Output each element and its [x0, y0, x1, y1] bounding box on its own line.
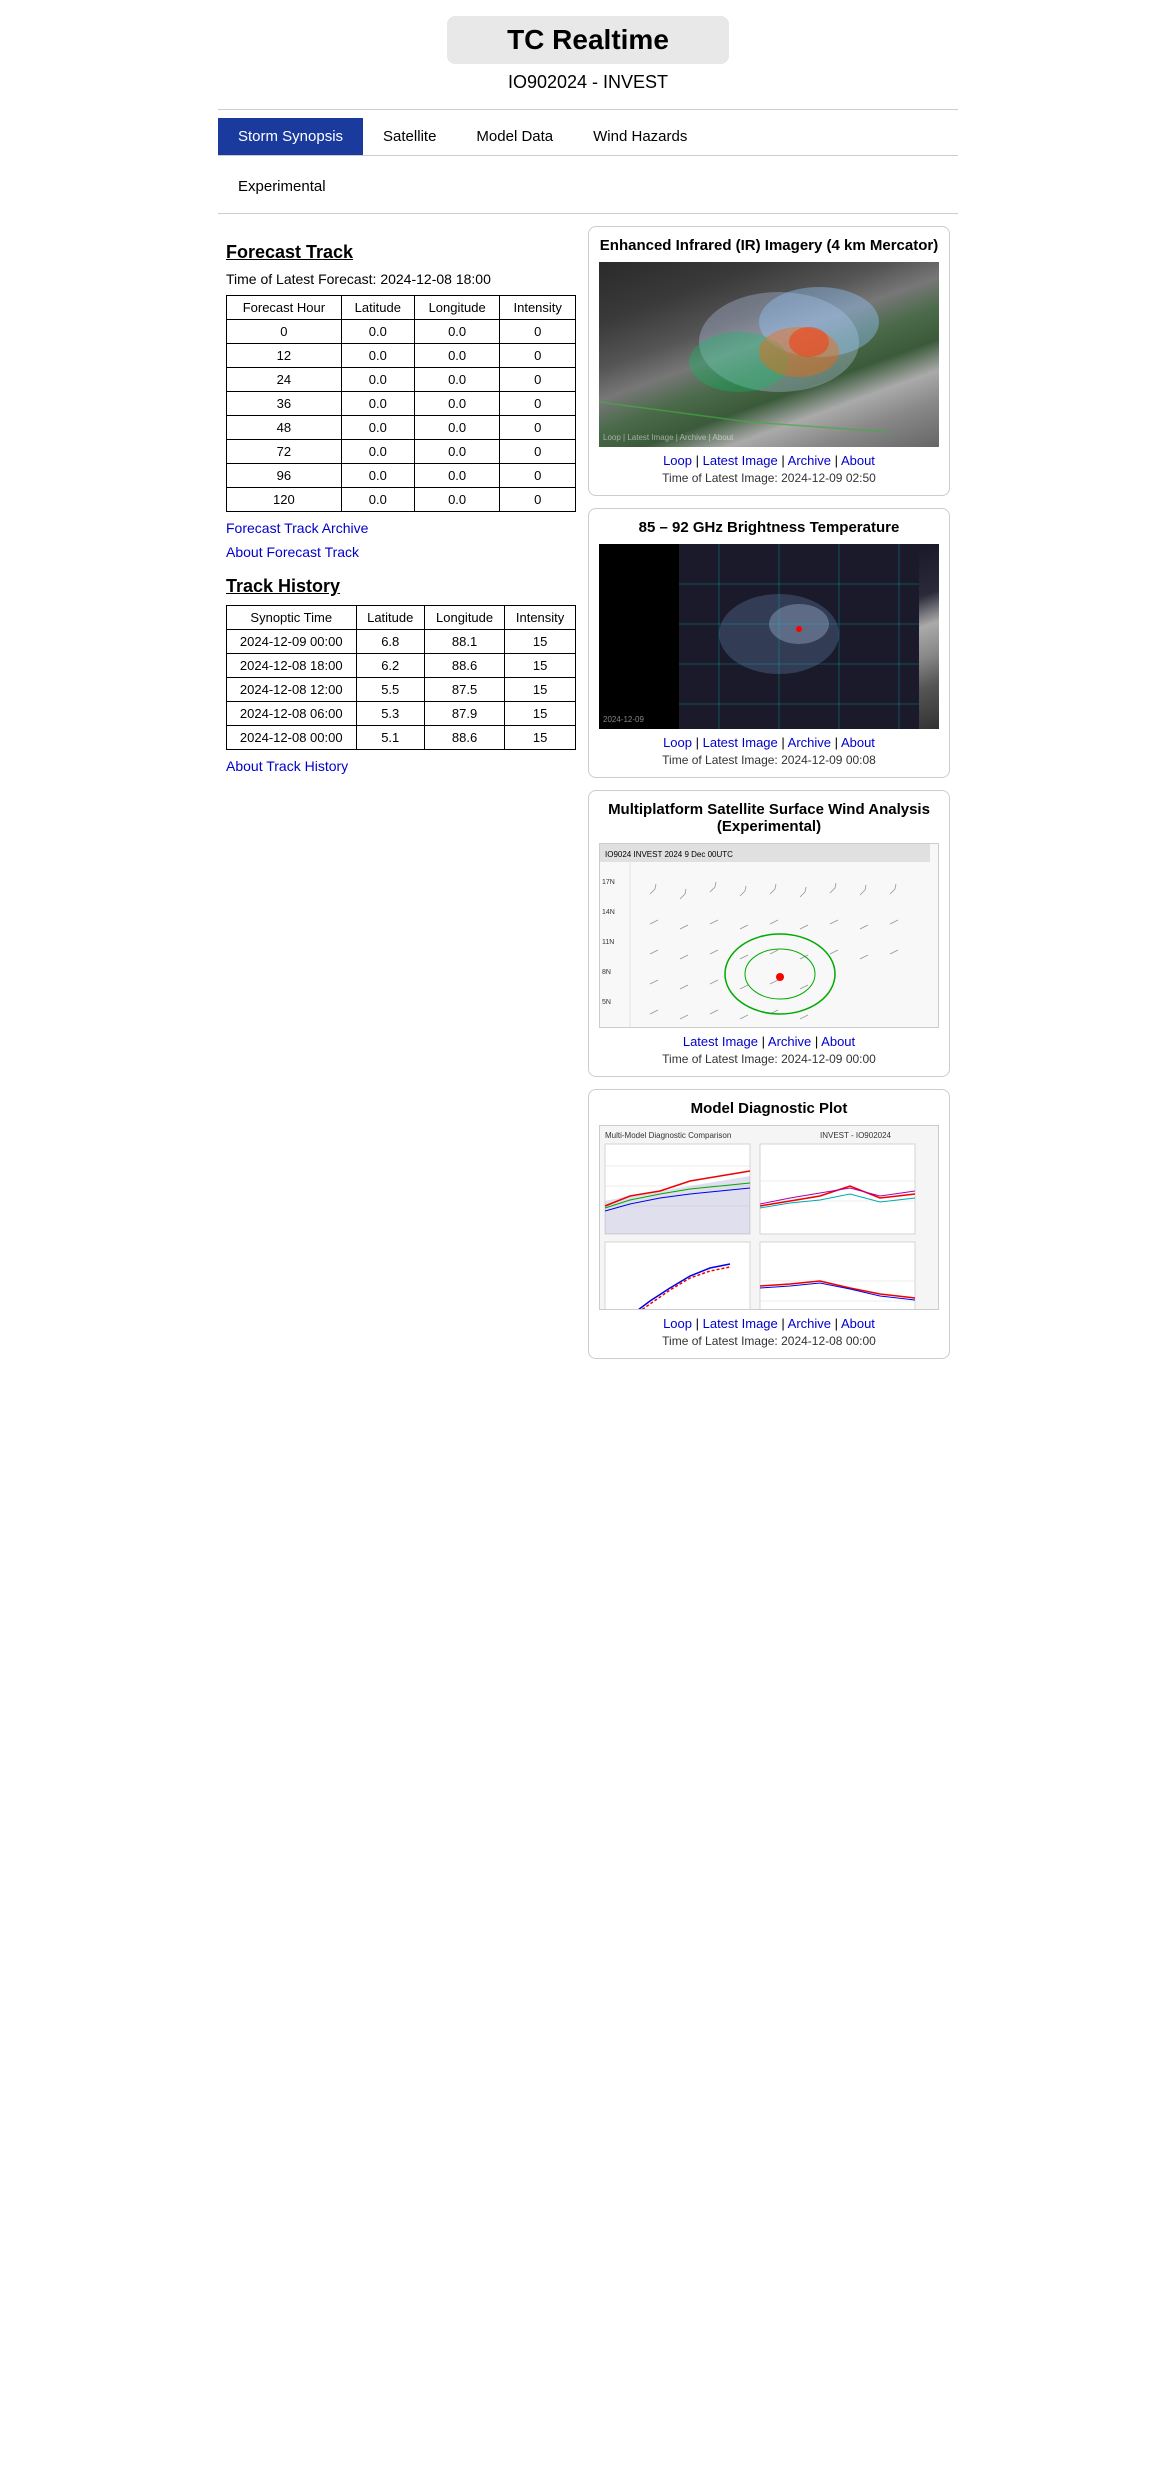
wind-archive-link[interactable]: Archive — [768, 1034, 811, 1049]
svg-text:8N: 8N — [602, 969, 611, 976]
model-latest-link[interactable]: Latest Image — [703, 1316, 778, 1331]
wind-links: Latest Image | Archive | About — [599, 1034, 939, 1049]
nav-model-data[interactable]: Model Data — [456, 118, 573, 155]
page-header: TC Realtime IO902024 - INVEST — [218, 0, 958, 101]
ir-links: Loop | Latest Image | Archive | About — [599, 453, 939, 468]
forecast-track-section: Forecast Track Time of Latest Forecast: … — [226, 242, 576, 560]
left-column: Forecast Track Time of Latest Forecast: … — [226, 226, 576, 1371]
table-row: 2024-12-09 00:006.888.115 — [227, 630, 576, 654]
table-row: 2024-12-08 12:005.587.515 — [227, 678, 576, 702]
ir-panel: Enhanced Infrared (IR) Imagery (4 km Mer… — [588, 226, 950, 496]
model-panel-title: Model Diagnostic Plot — [599, 1100, 939, 1117]
main-content: Forecast Track Time of Latest Forecast: … — [218, 226, 958, 1371]
wind-time: Time of Latest Image: 2024-12-09 00:00 — [599, 1052, 939, 1066]
mw-panel: 85 – 92 GHz Brightness Temperature — [588, 508, 950, 778]
nav-experimental[interactable]: Experimental — [218, 168, 958, 205]
ir-about-link[interactable]: About — [841, 453, 875, 468]
forecast-track-title: Forecast Track — [226, 242, 576, 263]
table-row: 2024-12-08 18:006.288.615 — [227, 654, 576, 678]
mw-time: Time of Latest Image: 2024-12-09 00:08 — [599, 753, 939, 767]
about-track-history-link[interactable]: About Track History — [226, 758, 576, 774]
table-row: 2024-12-08 00:005.188.615 — [227, 726, 576, 750]
track-history-title: Track History — [226, 576, 576, 597]
ir-panel-title: Enhanced Infrared (IR) Imagery (4 km Mer… — [599, 237, 939, 254]
col-header-lon2: Longitude — [424, 606, 504, 630]
model-panel: Model Diagnostic Plot Multi-Model Diagno… — [588, 1089, 950, 1359]
nav-storm-synopsis[interactable]: Storm Synopsis — [218, 118, 363, 155]
svg-text:17N: 17N — [602, 879, 615, 886]
ir-time: Time of Latest Image: 2024-12-09 02:50 — [599, 471, 939, 485]
mw-links: Loop | Latest Image | Archive | About — [599, 735, 939, 750]
col-header-lat: Latitude — [341, 296, 414, 320]
ir-latest-link[interactable]: Latest Image — [703, 453, 778, 468]
svg-text:2024-12-09: 2024-12-09 — [603, 715, 644, 724]
mw-latest-link[interactable]: Latest Image — [703, 735, 778, 750]
ir-loop-link[interactable]: Loop — [663, 453, 692, 468]
app-title: TC Realtime — [507, 24, 669, 56]
table-row: 240.00.00 — [227, 368, 576, 392]
storm-id: IO902024 - INVEST — [226, 72, 950, 93]
mw-panel-title: 85 – 92 GHz Brightness Temperature — [599, 519, 939, 536]
primary-nav: Storm Synopsis Satellite Model Data Wind… — [218, 118, 958, 156]
nav-satellite[interactable]: Satellite — [363, 118, 456, 155]
svg-text:IO9024 INVEST 2024 9 Dec: IO9024 INVEST 2024 9 Dec 00UTC — [605, 850, 733, 859]
track-history-section: Track History Synoptic Time Latitude Lon… — [226, 576, 576, 774]
ir-image: Loop | Latest Image | Archive | About — [599, 262, 939, 447]
mw-loop-link[interactable]: Loop — [663, 735, 692, 750]
svg-text:Loop | Latest Image | Archive: Loop | Latest Image | Archive | About — [603, 433, 734, 442]
wind-about-link[interactable]: About — [821, 1034, 855, 1049]
table-row: 720.00.00 — [227, 440, 576, 464]
model-time: Time of Latest Image: 2024-12-08 00:00 — [599, 1334, 939, 1348]
table-row: 360.00.00 — [227, 392, 576, 416]
title-box: TC Realtime — [447, 16, 729, 64]
forecast-track-archive-link[interactable]: Forecast Track Archive — [226, 520, 576, 536]
mw-archive-link[interactable]: Archive — [788, 735, 831, 750]
secondary-nav: Experimental — [218, 168, 958, 214]
latest-forecast-time: Time of Latest Forecast: 2024-12-08 18:0… — [226, 271, 576, 287]
wind-latest-link[interactable]: Latest Image — [683, 1034, 758, 1049]
table-row: 2024-12-08 06:005.387.915 — [227, 702, 576, 726]
wind-panel-title: Multiplatform Satellite Surface Wind Ana… — [599, 801, 939, 835]
forecast-track-table: Forecast Hour Latitude Longitude Intensi… — [226, 295, 576, 512]
right-column: Enhanced Infrared (IR) Imagery (4 km Mer… — [588, 226, 950, 1371]
ir-archive-link[interactable]: Archive — [788, 453, 831, 468]
svg-text:Multi-Model Diagnostic Compari: Multi-Model Diagnostic Comparison — [605, 1131, 731, 1140]
table-row: 00.00.00 — [227, 320, 576, 344]
table-row: 120.00.00 — [227, 344, 576, 368]
col-header-synoptic-time: Synoptic Time — [227, 606, 357, 630]
wind-image: IO9024 INVEST 2024 9 Dec 00UTC 17N 14N 1… — [599, 843, 939, 1028]
model-about-link[interactable]: About — [841, 1316, 875, 1331]
col-header-lon: Longitude — [414, 296, 500, 320]
model-links: Loop | Latest Image | Archive | About — [599, 1316, 939, 1331]
svg-text:11N: 11N — [602, 939, 614, 946]
model-loop-link[interactable]: Loop — [663, 1316, 692, 1331]
model-image: Multi-Model Diagnostic Comparison INVEST… — [599, 1125, 939, 1310]
wind-panel: Multiplatform Satellite Surface Wind Ana… — [588, 790, 950, 1077]
svg-text:5N: 5N — [602, 999, 611, 1006]
svg-text:INVEST - IO902024: INVEST - IO902024 — [820, 1131, 892, 1140]
table-row: 960.00.00 — [227, 464, 576, 488]
mw-about-link[interactable]: About — [841, 735, 875, 750]
col-header-lat2: Latitude — [356, 606, 424, 630]
col-header-intensity2: Intensity — [505, 606, 576, 630]
col-header-intensity: Intensity — [500, 296, 576, 320]
track-history-table: Synoptic Time Latitude Longitude Intensi… — [226, 605, 576, 750]
table-row: 480.00.00 — [227, 416, 576, 440]
model-archive-link[interactable]: Archive — [788, 1316, 831, 1331]
table-row: 1200.00.00 — [227, 488, 576, 512]
about-forecast-track-link[interactable]: About Forecast Track — [226, 544, 576, 560]
mw-image: 2024-12-09 — [599, 544, 939, 729]
nav-wind-hazards[interactable]: Wind Hazards — [573, 118, 707, 155]
svg-text:14N: 14N — [602, 909, 615, 916]
col-header-hour: Forecast Hour — [227, 296, 342, 320]
